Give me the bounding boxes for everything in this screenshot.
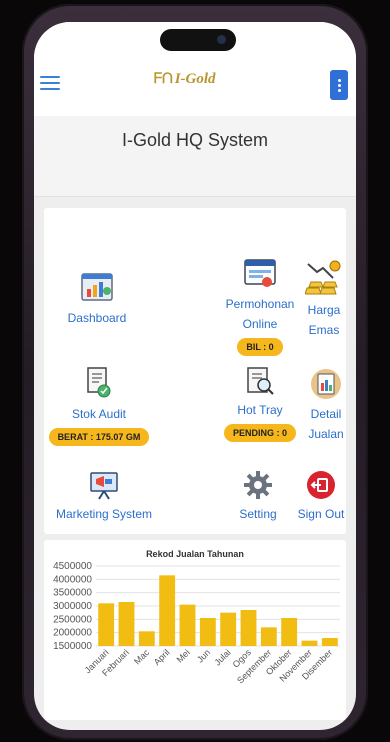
y-tick-label: 1500000 xyxy=(53,641,92,652)
camera-notch xyxy=(160,29,236,51)
x-tick-label: Jun xyxy=(195,647,212,664)
bar-september xyxy=(260,627,277,646)
bar-julai xyxy=(220,612,237,646)
x-tick-label: April xyxy=(152,647,172,667)
x-tick-label: Mei xyxy=(175,647,192,664)
marketing-board-icon xyxy=(90,472,118,500)
title-bar: I-Gold HQ System xyxy=(34,116,356,197)
annual-sales-bar-chart: Rekod Jualan Tahunan 4500000 4000000 35000… xyxy=(53,549,340,686)
menu-item-setting[interactable]: Setting xyxy=(228,470,288,524)
bar-disember xyxy=(321,638,338,646)
y-tick-label: 3500000 xyxy=(53,588,92,599)
y-tick-label: 4500000 xyxy=(53,561,92,572)
menu-label-permohonan: Permohonan xyxy=(225,297,295,311)
hamburger-menu-icon[interactable] xyxy=(40,76,60,90)
x-tick-label: Julai xyxy=(212,647,232,667)
menu-label-jualan: Jualan xyxy=(308,427,344,441)
x-tick-label: Mac xyxy=(132,647,151,666)
more-options-icon[interactable] xyxy=(330,70,348,100)
menu-label-emas: Emas xyxy=(308,323,340,337)
menu-item-harga-emas[interactable]: Harga Emas xyxy=(300,260,348,340)
menu-label-harga: Harga xyxy=(307,303,341,317)
sales-report-icon xyxy=(311,369,341,399)
bar-mac xyxy=(138,631,155,646)
logo-mark: ᖴᑎ xyxy=(154,72,173,87)
y-tick-label: 3000000 xyxy=(53,601,92,612)
bar-ogos xyxy=(240,610,257,646)
menu-label-dashboard: Dashboard xyxy=(67,311,127,325)
inspect-document-icon xyxy=(247,367,274,395)
y-tick-label: 4000000 xyxy=(53,574,92,585)
dashboard-chart-icon xyxy=(81,273,113,301)
app-screen: ᖴᑎ I-Gold I-Gold HQ System Dashboard Per… xyxy=(34,22,356,730)
bar-februari xyxy=(118,602,135,646)
y-tick-label: 2000000 xyxy=(53,628,92,639)
page-title: I-Gold HQ System xyxy=(121,130,269,150)
bar-oktober xyxy=(281,618,298,646)
gold-bars-icon xyxy=(305,260,341,295)
bil-badge: BIL : 0 xyxy=(237,338,283,356)
bar-jun xyxy=(199,618,216,646)
bar-mei xyxy=(179,604,196,646)
bar-januari xyxy=(98,603,115,646)
sign-out-icon xyxy=(307,471,335,499)
menu-item-marketing-system[interactable]: Marketing System xyxy=(48,470,160,524)
menu-item-stok-audit[interactable]: Stok Audit BERAT : 175.07 GM xyxy=(46,366,152,446)
menu-item-detail-jualan[interactable]: Detail Jualan xyxy=(306,368,346,444)
berat-badge: BERAT : 175.07 GM xyxy=(48,428,150,446)
bar-april xyxy=(159,575,176,646)
menu-item-dashboard[interactable]: Dashboard xyxy=(62,272,132,328)
menu-label-online: Online xyxy=(242,317,278,331)
menu-label-setting: Setting xyxy=(239,507,277,521)
menu-label-marketing: Marketing System xyxy=(55,507,153,521)
y-tick-label: 2500000 xyxy=(53,614,92,625)
annual-sales-chart-card: Rekod Jualan Tahunan 4500000 4000000 35000… xyxy=(44,540,346,720)
menu-item-permohonan-online[interactable]: Permohonan Online BIL : 0 xyxy=(216,258,304,356)
menu-label-detail: Detail xyxy=(310,407,342,421)
menu-label-stok-audit: Stok Audit xyxy=(71,407,127,421)
audit-document-icon xyxy=(87,367,111,398)
menu-card: Dashboard Permohonan Online BIL : 0 Harg… xyxy=(44,208,346,534)
app-logo: ᖴᑎ I-Gold xyxy=(154,71,216,88)
menu-item-sign-out[interactable]: Sign Out xyxy=(296,470,346,524)
logo-text: I-Gold xyxy=(174,71,216,87)
gear-icon xyxy=(244,471,272,499)
bar-november xyxy=(301,640,318,646)
menu-label-hot-tray: Hot Tray xyxy=(237,403,283,417)
menu-label-sign-out: Sign Out xyxy=(297,507,345,521)
pending-badge: PENDING : 0 xyxy=(223,424,296,442)
chart-title: Rekod Jualan Tahunan xyxy=(146,549,244,559)
browser-window-icon xyxy=(244,259,276,287)
front-camera-icon xyxy=(217,35,226,44)
menu-item-hot-tray[interactable]: Hot Tray PENDING : 0 xyxy=(208,366,312,442)
